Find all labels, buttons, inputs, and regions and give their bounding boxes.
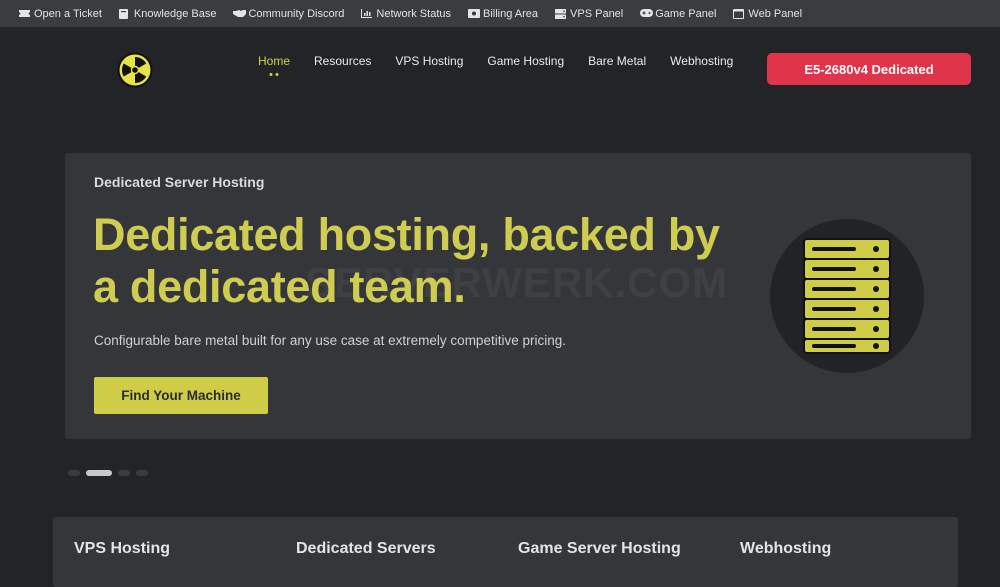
topbar-link-web-panel[interactable]: Web Panel <box>733 8 802 20</box>
server-rack-icon <box>770 219 924 373</box>
utility-bar: Open a Ticket Knowledge Base Community D… <box>0 0 1000 27</box>
topbar-link-label: Network Status <box>376 7 451 20</box>
nav-item-label: Game Hosting <box>487 54 565 68</box>
hero-headline: Dedicated hosting, backed by a dedicated… <box>93 209 720 312</box>
dedicated-offer-button[interactable]: E5-2680v4 Dedicated <box>767 53 971 85</box>
topbar-link-label: Knowledge Base <box>133 7 217 20</box>
nav-item-label: Home <box>258 54 291 68</box>
topbar-link-label: Billing Area <box>483 7 539 20</box>
nav-item-label: Bare Metal <box>588 54 647 68</box>
topbar-link-label: Game Panel <box>655 7 717 20</box>
carousel-dot[interactable] <box>68 470 80 476</box>
server-icon <box>555 9 567 19</box>
topbar-link-open-ticket[interactable]: Open a Ticket <box>19 8 102 20</box>
chart-icon <box>361 9 373 18</box>
service-vps-hosting[interactable]: VPS Hosting <box>74 540 170 558</box>
nav-item-webhosting[interactable]: Webhosting <box>670 54 733 68</box>
service-dedicated-servers[interactable]: Dedicated Servers <box>296 540 436 558</box>
nav-item-resources[interactable]: Resources <box>314 54 371 68</box>
nav-item-bare-metal[interactable]: Bare Metal <box>588 54 646 68</box>
topbar-link-game-panel[interactable]: Game Panel <box>640 8 716 20</box>
nav-item-label: Resources <box>314 54 372 68</box>
service-webhosting[interactable]: Webhosting <box>740 540 831 558</box>
nav-item-label: Webhosting <box>670 54 734 68</box>
topbar-link-label: Web Panel <box>748 7 803 20</box>
wallet-icon <box>468 9 480 18</box>
handshake-icon <box>233 9 247 18</box>
topbar-link-label: Open a Ticket <box>34 7 102 20</box>
active-indicator-dots <box>269 73 279 76</box>
service-game-server-hosting[interactable]: Game Server Hosting <box>518 540 681 558</box>
hero-eyebrow: Dedicated Server Hosting <box>94 174 265 190</box>
nav-item-game-hosting[interactable]: Game Hosting <box>487 54 564 68</box>
hero-card: SERVERWERK.COM Dedicated Server Hosting … <box>65 153 971 439</box>
radiation-logo-icon[interactable] <box>117 52 153 88</box>
topbar-link-community-discord[interactable]: Community Discord <box>233 8 344 20</box>
nav-item-vps-hosting[interactable]: VPS Hosting <box>395 54 463 68</box>
find-your-machine-button[interactable]: Find Your Machine <box>94 377 268 414</box>
topbar-link-billing-area[interactable]: Billing Area <box>468 8 538 20</box>
main-nav: Home Resources VPS Hosting Game Hosting … <box>258 54 757 76</box>
carousel-dot[interactable] <box>118 470 130 476</box>
gamepad-icon <box>640 9 654 18</box>
ticket-icon <box>19 9 30 18</box>
services-panel: VPS Hosting Dedicated Servers Game Serve… <box>53 517 958 587</box>
window-icon <box>733 9 745 19</box>
topbar-link-vps-panel[interactable]: VPS Panel <box>555 8 623 20</box>
carousel-dot[interactable] <box>136 470 148 476</box>
topbar-link-label: VPS Panel <box>570 7 624 20</box>
topbar-link-knowledge-base[interactable]: Knowledge Base <box>118 7 217 20</box>
topbar-link-label: Community Discord <box>248 7 345 20</box>
topbar-link-network-status[interactable]: Network Status <box>361 8 451 20</box>
book-icon <box>118 9 130 19</box>
nav-item-label: VPS Hosting <box>395 54 464 68</box>
hero-subtitle: Configurable bare metal built for any us… <box>94 333 566 348</box>
nav-item-home[interactable]: Home <box>258 54 291 76</box>
carousel-indicators <box>68 470 148 476</box>
carousel-dot-active[interactable] <box>86 470 112 476</box>
